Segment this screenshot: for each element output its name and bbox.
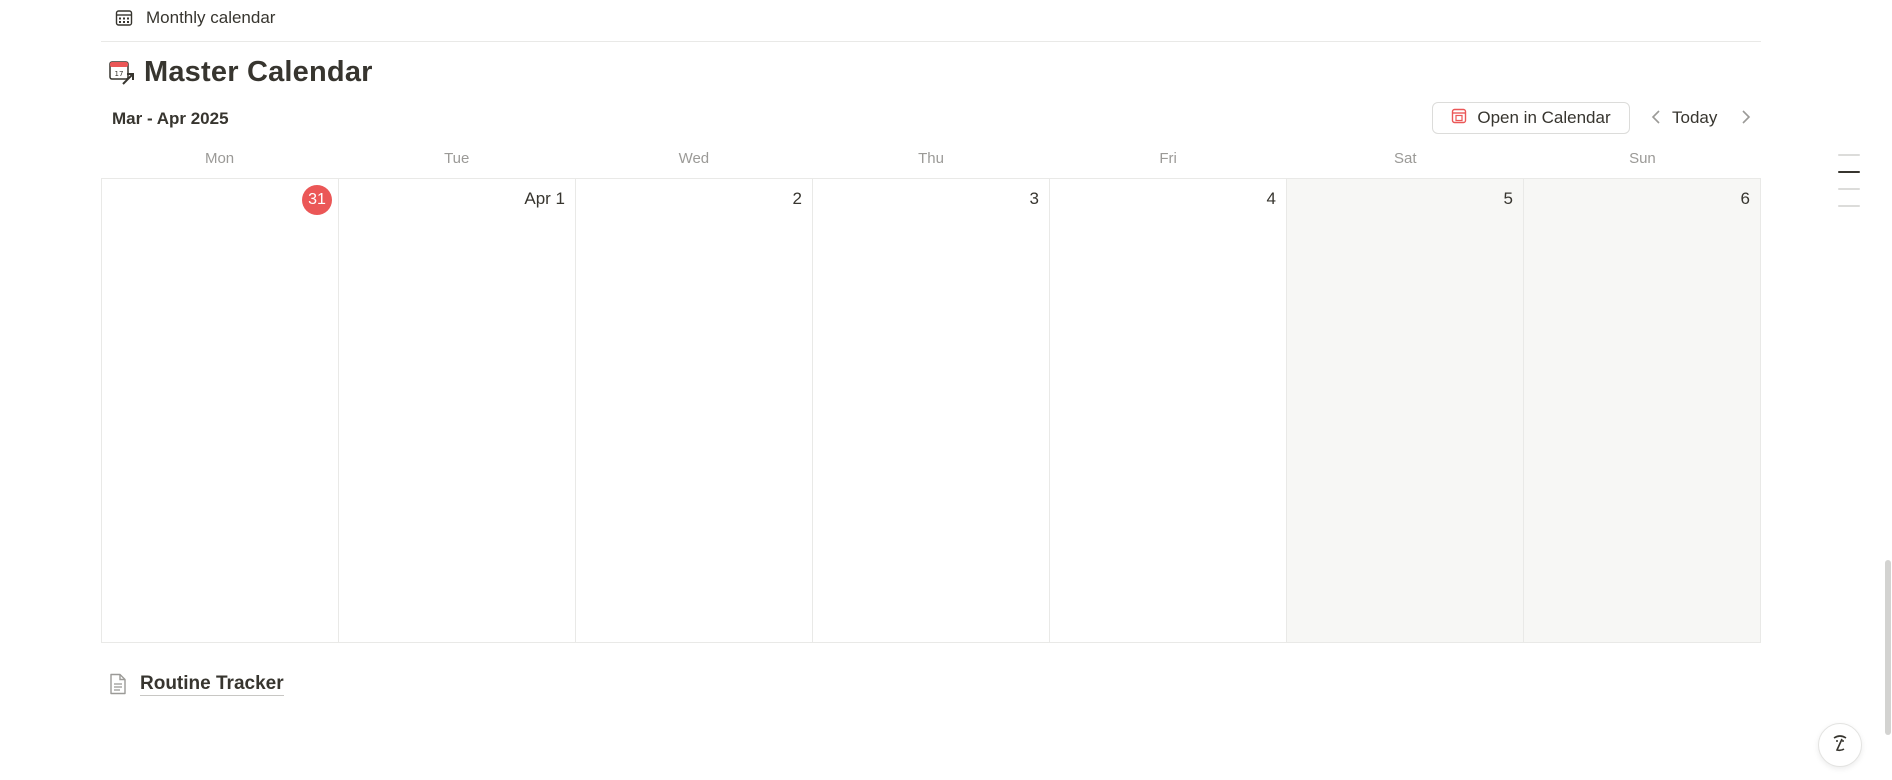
today-date-badge: 31 [302, 185, 332, 215]
page-outline-minimap[interactable] [1838, 154, 1860, 222]
day-cell[interactable]: 3 [813, 179, 1050, 642]
title-text: Master Calendar [144, 56, 373, 88]
monthly-calendar-label: Monthly calendar [146, 8, 276, 27]
weekday-label: Sat [1394, 150, 1417, 167]
day-cell[interactable]: Apr 1 [339, 179, 576, 642]
previous-week-button[interactable] [1646, 108, 1666, 130]
day-number: 4 [1266, 189, 1276, 208]
weekday-label: Sun [1629, 150, 1656, 167]
scrollbar-thumb[interactable] [1885, 560, 1891, 735]
weekday-label: Thu [918, 150, 944, 167]
routine-tracker-link[interactable]: Routine Tracker [106, 672, 284, 696]
routine-tracker-label: Routine Tracker [140, 672, 284, 696]
day-cell-weekend[interactable]: 5 [1287, 179, 1524, 642]
weekday-label: Fri [1159, 150, 1177, 167]
outline-line[interactable] [1838, 188, 1860, 190]
open-in-calendar-button[interactable]: Open in Calendar [1432, 102, 1630, 134]
chevron-right-icon [1741, 109, 1751, 130]
divider [101, 41, 1761, 42]
day-number: Apr 1 [524, 189, 565, 208]
day-number: 3 [1029, 189, 1039, 208]
calendar-grid-icon [114, 8, 134, 28]
day-cell[interactable]: 31 [102, 179, 339, 642]
today-button[interactable]: Today [1672, 108, 1717, 128]
monthly-calendar-view-link[interactable]: Monthly calendar [114, 4, 275, 32]
open-in-calendar-label: Open in Calendar [1477, 108, 1611, 127]
day-number: 6 [1740, 189, 1750, 208]
weekday-label: Mon [204, 150, 235, 167]
weekday-label: Wed [678, 150, 710, 167]
weekday-label: Tue [444, 150, 470, 167]
day-cell-weekend[interactable]: 6 [1524, 179, 1761, 642]
calendar-app-icon [1451, 108, 1467, 129]
outline-line[interactable] [1838, 154, 1860, 156]
page: Monthly calendar 17 Master Calendar Mar … [0, 0, 1892, 780]
notion-ai-face-icon [1828, 731, 1852, 760]
month-range-label: Mar - Apr 2025 [112, 109, 229, 128]
calendar-link-icon: 17 [106, 57, 138, 89]
outline-line-active[interactable] [1838, 171, 1860, 173]
svg-text:17: 17 [115, 70, 124, 78]
page-icon [106, 672, 130, 696]
weekday-header: Mon Tue Wed Thu Fri Sat Sun [101, 150, 1761, 167]
scrollbar[interactable] [1884, 0, 1892, 780]
day-number: 2 [792, 189, 802, 208]
day-number: 5 [1503, 189, 1513, 208]
day-cell[interactable]: 2 [576, 179, 813, 642]
next-week-button[interactable] [1736, 108, 1756, 130]
assistant-button[interactable] [1818, 723, 1862, 767]
day-cell[interactable]: 4 [1050, 179, 1287, 642]
page-title[interactable]: 17 Master Calendar [106, 56, 373, 89]
chevron-left-icon [1651, 109, 1661, 130]
calendar-week-grid: 31 Apr 1 2 3 4 5 6 [101, 178, 1761, 643]
outline-line[interactable] [1838, 205, 1860, 207]
